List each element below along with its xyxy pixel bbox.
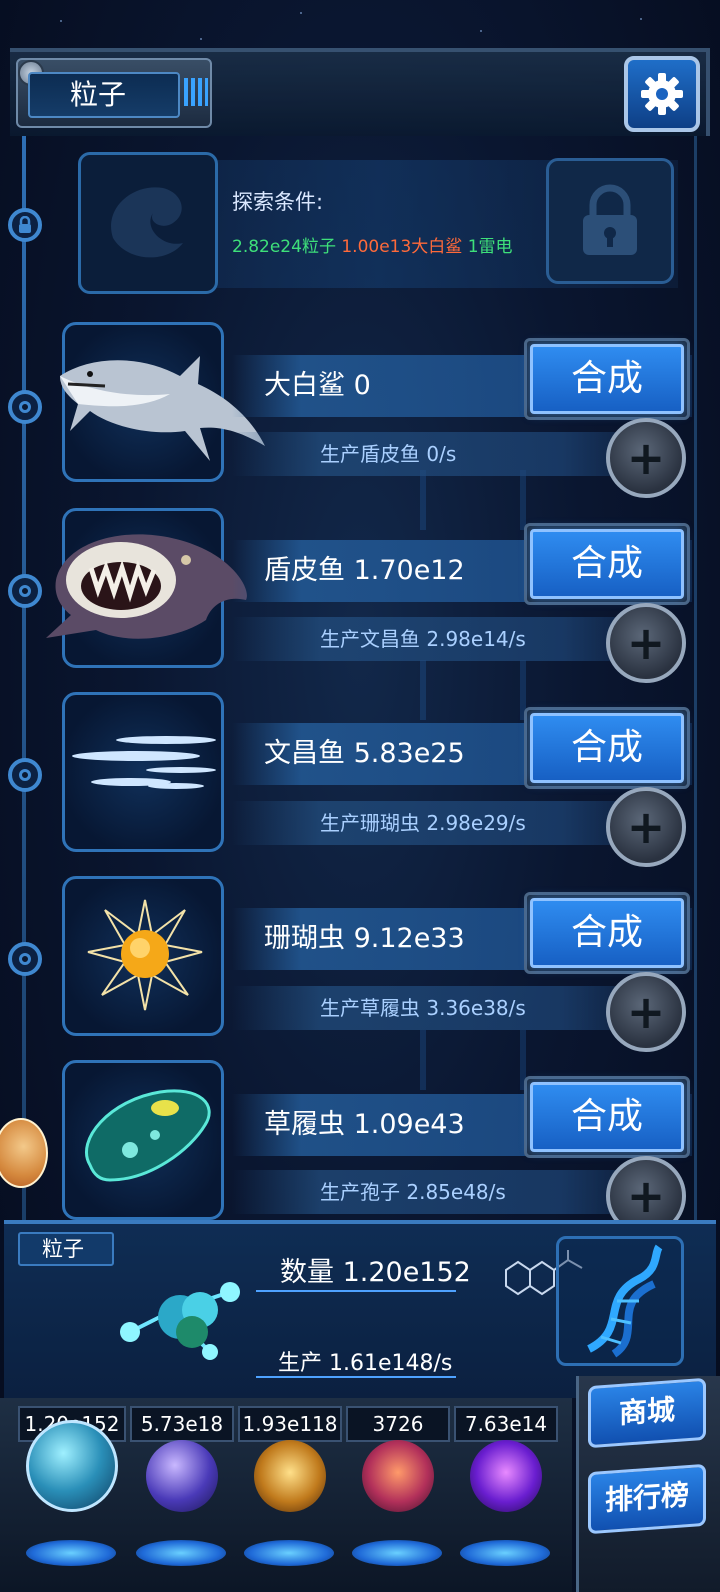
silhouette-icon (111, 187, 183, 258)
synthesize-button-paramecium[interactable]: 合成 (530, 1082, 684, 1152)
leaderboard-button[interactable]: 排行榜 (588, 1463, 706, 1535)
plus-icon: + (626, 1169, 666, 1223)
orb-pedestal (352, 1540, 442, 1566)
rail-node (8, 390, 42, 424)
paramecium-icon (85, 1089, 211, 1182)
right-rail (694, 136, 697, 1236)
locked-button[interactable] (546, 158, 674, 284)
requirement-particles: 2.82e24粒子 (232, 237, 336, 257)
gear-icon (641, 73, 683, 115)
rail-node (8, 942, 42, 976)
particle-panel-tag: 粒子 (18, 1232, 114, 1266)
lancelet-icon (72, 736, 216, 789)
add-button-lancelet[interactable]: + (606, 787, 686, 867)
orb-pedestal (26, 1540, 116, 1566)
requirement-shark: 1.00e13大白鲨 (341, 237, 463, 257)
dna-icon (587, 1244, 663, 1358)
fire-orb-icon[interactable] (254, 1440, 326, 1512)
plus-icon: + (626, 800, 666, 854)
circuit-decoration (420, 660, 426, 720)
requirement-lightning: 1雷电 (467, 237, 513, 257)
dna-box[interactable] (556, 1236, 684, 1366)
plus-icon: + (626, 616, 666, 670)
dunkleosteus-icon (46, 534, 247, 639)
settings-button[interactable] (624, 56, 700, 132)
plus-icon: + (626, 431, 666, 485)
rail-node (8, 758, 42, 792)
title-decoration (184, 78, 208, 106)
circuit-decoration (520, 470, 526, 530)
explore-conditions-label: 探索条件: (232, 190, 324, 214)
brain-orb-icon[interactable] (362, 1440, 434, 1512)
page-title: 粒子 (28, 72, 180, 118)
synthesize-button-shark[interactable]: 合成 (530, 344, 684, 414)
particle-orb-icon[interactable] (26, 1420, 118, 1512)
requirements-line: 2.82e24粒子 1.00e13大白鲨 1雷电 (232, 232, 513, 257)
resource-value-brain: 3726 (346, 1406, 450, 1442)
synthesize-button-dunkleosteus[interactable]: 合成 (530, 529, 684, 599)
particle-production: 生产 1.61e148/s (278, 1351, 453, 1376)
add-button-dunkleosteus[interactable]: + (606, 603, 686, 683)
resource-value-lightning: 5.73e18 (130, 1406, 234, 1442)
orb-pedestal (244, 1540, 334, 1566)
small-lock-icon (19, 216, 31, 233)
particle-count: 数量 1.20e152 (280, 1257, 471, 1288)
coral-polyp-icon (87, 899, 203, 1011)
vortex-orb-icon[interactable] (470, 1440, 542, 1512)
plus-icon: + (626, 985, 666, 1039)
circuit-decoration (420, 470, 426, 530)
locked-creature-silhouette (78, 152, 218, 294)
synthesize-button-coral-polyp[interactable]: 合成 (530, 898, 684, 968)
lock-icon (583, 184, 637, 255)
event-fist-icon[interactable] (0, 1118, 48, 1188)
left-rail (22, 136, 26, 1236)
add-button-coral-polyp[interactable]: + (606, 972, 686, 1052)
connector-line (256, 1290, 456, 1292)
resource-value-vortex: 7.63e14 (454, 1406, 558, 1442)
orb-pedestal (460, 1540, 550, 1566)
shop-button[interactable]: 商城 (588, 1377, 706, 1449)
add-button-shark[interactable]: + (606, 418, 686, 498)
circuit-decoration (420, 1030, 426, 1090)
rail-lock-node (8, 208, 42, 242)
resource-value-fire: 1.93e118 (238, 1406, 342, 1442)
synthesize-button-lancelet[interactable]: 合成 (530, 713, 684, 783)
lightning-orb-icon[interactable] (146, 1440, 218, 1512)
particle-molecule-icon (120, 1282, 240, 1360)
orb-pedestal (136, 1540, 226, 1566)
